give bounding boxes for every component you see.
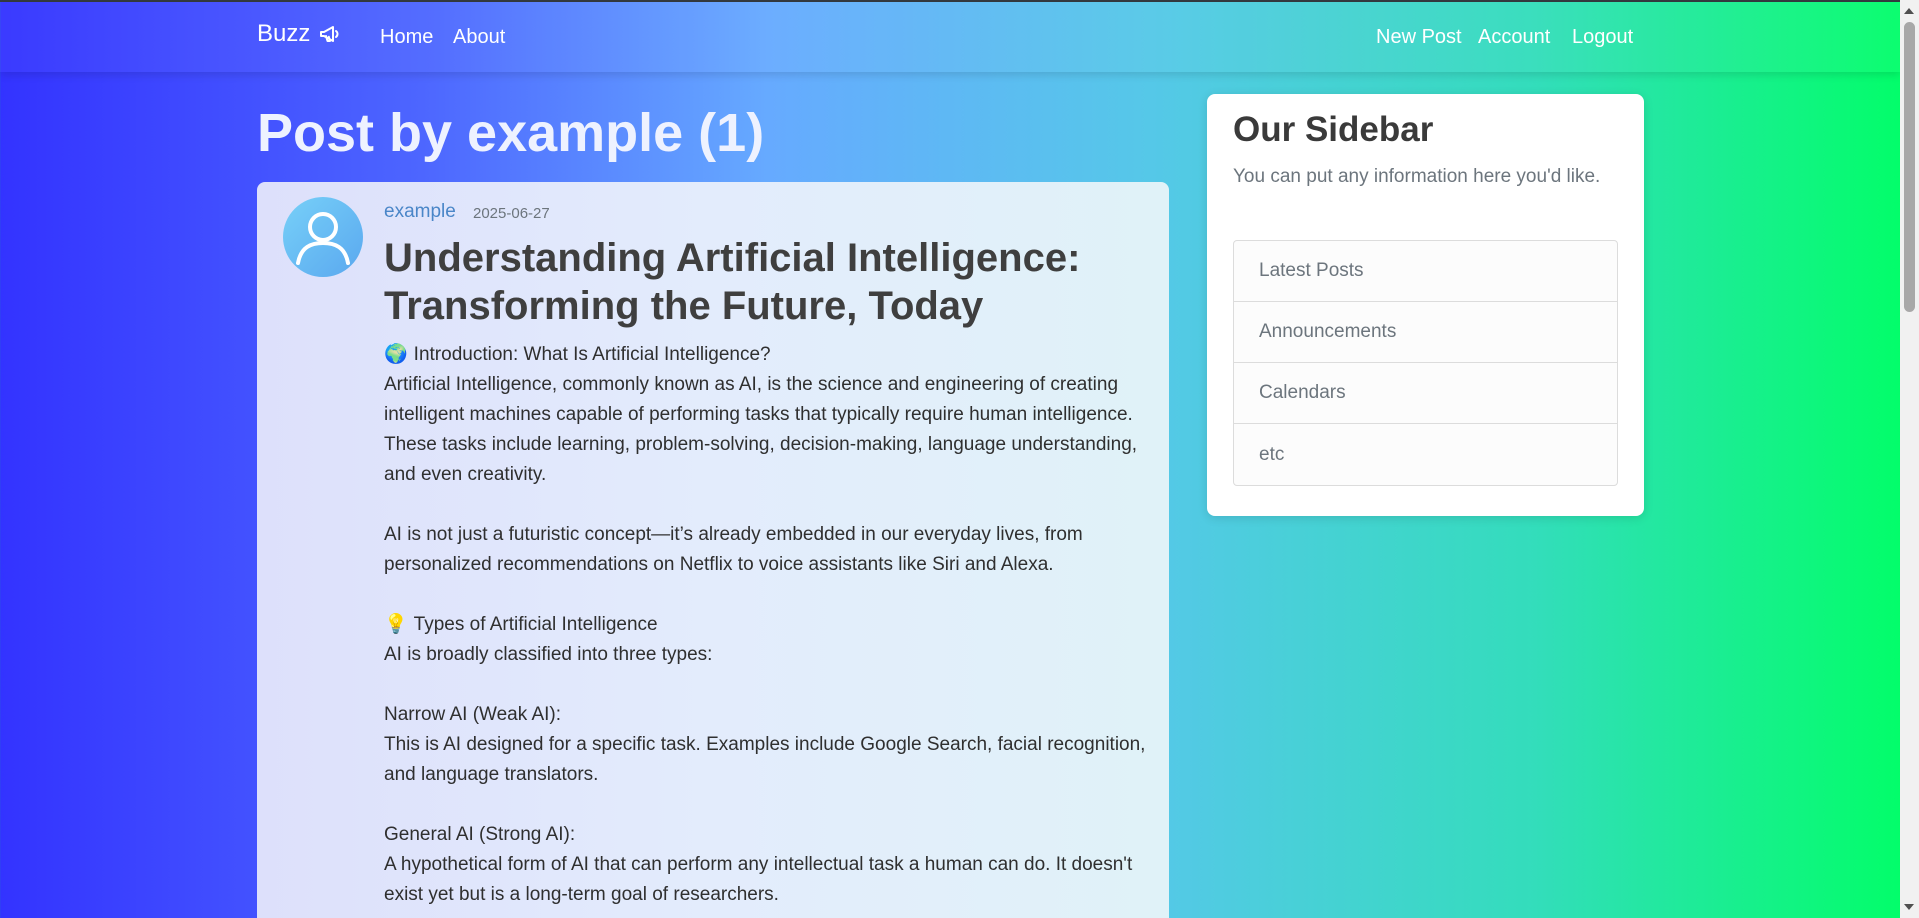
post-paragraph: A hypothetical form of AI that can perfo… bbox=[384, 850, 1154, 910]
post-paragraph: General AI (Strong AI): bbox=[384, 820, 1154, 850]
post-paragraph-text: Types of Artificial Intelligence bbox=[413, 614, 658, 635]
sidebar-item-etc[interactable]: etc bbox=[1234, 424, 1617, 485]
page-title: Post by example (1) bbox=[257, 103, 765, 163]
post-paragraph-text: A hypothetical form of AI that can perfo… bbox=[384, 854, 1133, 905]
user-avatar-icon[interactable] bbox=[283, 197, 363, 277]
post-date: 2025-06-27 bbox=[473, 205, 550, 222]
post-paragraph: AI is not just a futuristic concept—it’s… bbox=[384, 520, 1154, 580]
post-author-link[interactable]: example bbox=[384, 201, 456, 223]
post-card: example 2025-06-27 Understanding Artific… bbox=[257, 182, 1169, 918]
sidebar-description: You can put any information here you'd l… bbox=[1233, 166, 1601, 187]
post-paragraph-text: AI is broadly classified into three type… bbox=[384, 644, 713, 665]
post-paragraph: Narrow AI (Weak AI): bbox=[384, 700, 1154, 730]
post-paragraph: AI is broadly classified into three type… bbox=[384, 640, 1154, 670]
globe-icon: 🌍 bbox=[384, 344, 408, 365]
post-paragraph-text: Artificial Intelligence, commonly known … bbox=[384, 374, 1138, 485]
post-paragraph-text: Introduction: What Is Artificial Intelli… bbox=[413, 344, 771, 365]
lightbulb-icon: 💡 bbox=[384, 614, 408, 635]
post-paragraph: Artificial Intelligence, commonly known … bbox=[384, 370, 1154, 490]
top-navbar: Buzz Home About New Post Account Logout bbox=[0, 2, 1900, 72]
post-paragraph bbox=[384, 670, 1154, 700]
post-title: Understanding Artificial Intelligence: T… bbox=[384, 236, 1081, 328]
megaphone-icon bbox=[320, 26, 339, 42]
post-paragraph: 🌍 Introduction: What Is Artificial Intell… bbox=[384, 340, 1154, 370]
nav-account-link[interactable]: Account bbox=[1478, 26, 1550, 49]
nav-about-link[interactable]: About bbox=[453, 26, 505, 49]
post-paragraph bbox=[384, 490, 1154, 520]
scroll-down-arrow-icon[interactable] bbox=[1904, 904, 1914, 910]
brand-name[interactable]: Buzz bbox=[257, 20, 310, 48]
sidebar-card: Our Sidebar You can put any information … bbox=[1207, 94, 1644, 516]
nav-home-link[interactable]: Home bbox=[380, 26, 433, 49]
sidebar-item-announcements[interactable]: Announcements bbox=[1234, 302, 1617, 363]
post-paragraph-text: AI is not just a futuristic concept—it’s… bbox=[384, 524, 1083, 575]
post-paragraph bbox=[384, 790, 1154, 820]
post-paragraph-text: Narrow AI (Weak AI): bbox=[384, 704, 562, 725]
scrollbar-thumb[interactable] bbox=[1904, 22, 1915, 312]
post-paragraph: This is AI designed for a specific task.… bbox=[384, 730, 1154, 790]
sidebar-item-latest-posts[interactable]: Latest Posts bbox=[1234, 241, 1617, 302]
post-body: 🌍 Introduction: What Is Artificial Intell… bbox=[384, 340, 1154, 910]
brand-logo[interactable]: Buzz bbox=[257, 20, 342, 48]
post-paragraph: 💡 Types of Artificial Intelligence bbox=[384, 610, 1154, 640]
post-paragraph bbox=[384, 580, 1154, 610]
nav-new-post-link[interactable]: New Post bbox=[1376, 26, 1462, 49]
post-paragraph-text: This is AI designed for a specific task.… bbox=[384, 734, 1146, 785]
post-paragraph-text: General AI (Strong AI): bbox=[384, 824, 576, 845]
sidebar-item-calendars[interactable]: Calendars bbox=[1234, 363, 1617, 424]
page-scrollbar[interactable] bbox=[1900, 0, 1919, 918]
person-silhouette-icon bbox=[296, 212, 350, 265]
nav-logout-link[interactable]: Logout bbox=[1572, 26, 1633, 49]
scroll-up-arrow-icon[interactable] bbox=[1904, 8, 1914, 14]
sidebar-title: Our Sidebar bbox=[1233, 110, 1434, 149]
sidebar-list: Latest Posts Announcements Calendars etc bbox=[1233, 240, 1618, 486]
